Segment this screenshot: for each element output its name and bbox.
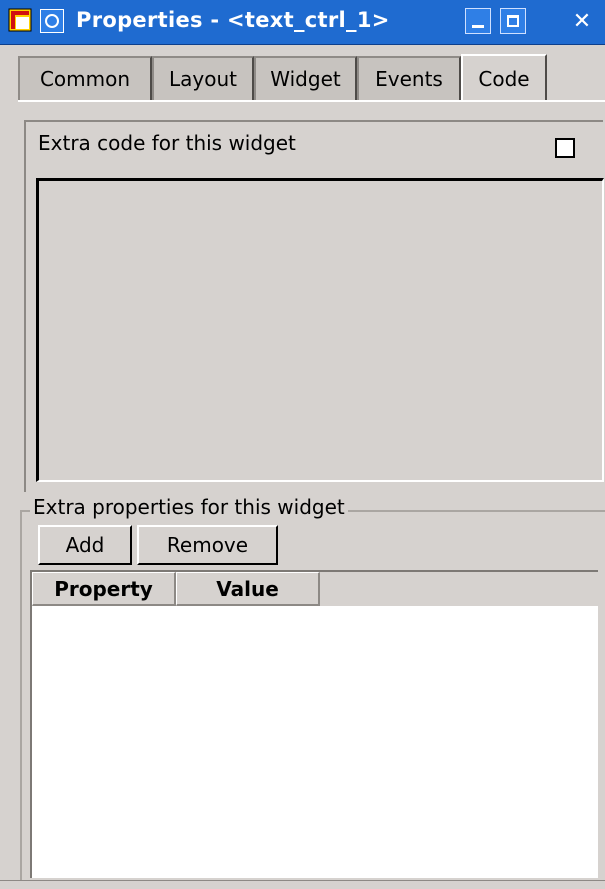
close-icon[interactable]: ✕: [569, 8, 595, 34]
tab-common[interactable]: Common: [18, 56, 152, 100]
tab-layout[interactable]: Layout: [152, 56, 254, 100]
tab-events[interactable]: Events: [357, 56, 461, 100]
tab-divider: [18, 100, 605, 102]
extra-properties-label: Extra properties for this widget: [30, 495, 348, 519]
minimize-icon[interactable]: [465, 8, 491, 34]
properties-app-icon[interactable]: [8, 8, 32, 32]
title-bar[interactable]: Properties - <text_ctrl_1> ✕: [0, 0, 605, 45]
extra-code-textarea[interactable]: [36, 178, 604, 482]
maximize-icon[interactable]: [500, 8, 526, 34]
tab-widget[interactable]: Widget: [254, 56, 357, 100]
column-header-property[interactable]: Property: [32, 572, 176, 606]
header-filler: [320, 572, 598, 606]
window-title: Properties - <text_ctrl_1>: [76, 8, 390, 32]
column-header-value[interactable]: Value: [176, 572, 320, 606]
properties-table[interactable]: Property Value: [30, 570, 598, 878]
properties-window: Properties - <text_ctrl_1> ✕ Common Layo…: [0, 0, 605, 889]
extra-code-label: Extra code for this widget: [38, 131, 296, 155]
extra-code-checkbox[interactable]: [555, 138, 575, 158]
remove-button[interactable]: Remove: [137, 525, 278, 565]
add-button[interactable]: Add: [38, 525, 132, 565]
tab-code[interactable]: Code: [461, 54, 547, 102]
system-menu-icon[interactable]: [40, 9, 64, 33]
